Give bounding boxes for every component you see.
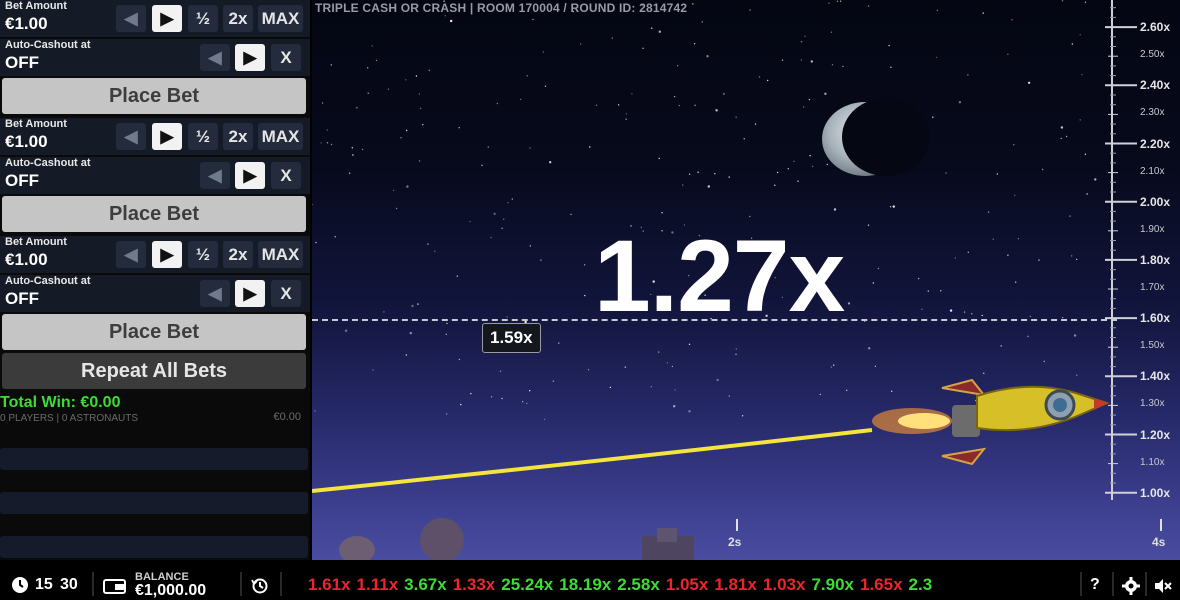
- auto-cashout-label: Auto-Cashout at: [5, 39, 91, 51]
- game-canvas: TRIPLE CASH OR CRASH | ROOM 170004 / ROU…: [312, 0, 1180, 560]
- bet-increase-button[interactable]: ▶: [152, 5, 182, 32]
- x-axis-label: 4s: [1152, 535, 1166, 549]
- history-multiplier: 2.3: [908, 575, 933, 594]
- auto-cashout-value[interactable]: OFF: [5, 53, 39, 73]
- auto-cashout-value[interactable]: OFF: [5, 289, 39, 309]
- clock-icon: [12, 577, 28, 593]
- bet-amount-row: Bet Amount €1.00 ◀ ▶ ½ 2x MAX: [0, 118, 310, 155]
- mute-icon[interactable]: [1153, 577, 1173, 595]
- history-multiplier: 7.90x: [811, 575, 854, 594]
- history-multiplier: 1.11x: [356, 575, 399, 594]
- bet-double-button[interactable]: 2x: [223, 5, 253, 32]
- auto-cashout-clear-button[interactable]: X: [271, 44, 301, 71]
- auto-cashout-value[interactable]: OFF: [5, 171, 39, 191]
- clock-hours: 15: [35, 576, 53, 593]
- history-multiplier: 1.33x: [452, 575, 496, 594]
- auto-cashout-increase-button[interactable]: ▶: [235, 162, 265, 189]
- bet-amount-row: Bet Amount €1.00 ◀ ▶ ½ 2x MAX: [0, 0, 310, 37]
- place-bet-button[interactable]: Place Bet: [2, 196, 306, 232]
- repeat-all-bets-button[interactable]: Repeat All Bets: [2, 353, 306, 389]
- bet-increase-button[interactable]: ▶: [152, 123, 182, 150]
- clock-minutes: 30: [60, 576, 78, 593]
- player-list-slot: [0, 448, 308, 470]
- multiplier-history: 1.61x 1.11x 3.67x 1.33x 25.24x 18.19x 2.58x 1.0…: [308, 575, 1051, 597]
- place-bet-button[interactable]: Place Bet: [2, 314, 306, 350]
- history-multiplier: 1.81x: [714, 575, 757, 594]
- divider: [1080, 572, 1082, 596]
- y-axis-ticks: [1105, 0, 1137, 500]
- wallet-icon: [103, 579, 126, 594]
- player-list-slot: [0, 492, 308, 514]
- x-axis-tick: [736, 519, 738, 531]
- auto-cashout-clear-button[interactable]: X: [271, 280, 301, 307]
- bet-decrease-button[interactable]: ◀: [116, 5, 146, 32]
- auto-cashout-row: Auto-Cashout at OFF ◀ ▶ X: [0, 275, 310, 312]
- auto-cashout-row: Auto-Cashout at OFF ◀ ▶ X: [0, 39, 310, 76]
- balance-value: €1,000.00: [135, 582, 207, 599]
- bet-amount-value[interactable]: €1.00: [5, 132, 48, 152]
- history-multiplier: 18.19x: [559, 575, 612, 594]
- auto-cashout-label: Auto-Cashout at: [5, 275, 91, 287]
- bet-panel: Bet Amount €1.00 ◀ ▶ ½ 2x MAX Auto-Casho…: [0, 0, 310, 560]
- auto-cashout-increase-button[interactable]: ▶: [235, 44, 265, 71]
- total-win: Total Win: €0.00: [0, 394, 121, 411]
- x-axis-tick: [1160, 519, 1162, 531]
- history-multiplier: 1.61x: [308, 575, 351, 594]
- divider: [92, 572, 94, 596]
- auto-cashout-decrease-button[interactable]: ◀: [200, 280, 230, 307]
- bet-amount-label: Bet Amount: [5, 118, 67, 130]
- bet-max-button[interactable]: MAX: [258, 241, 303, 268]
- auto-cashout-label: Auto-Cashout at: [5, 157, 91, 169]
- bet-half-button[interactable]: ½: [188, 123, 218, 150]
- bet-max-button[interactable]: MAX: [258, 123, 303, 150]
- place-bet-button[interactable]: Place Bet: [2, 78, 306, 114]
- bet-amount-label: Bet Amount: [5, 0, 67, 12]
- bet-amount-label: Bet Amount: [5, 236, 67, 248]
- bet-max-button[interactable]: MAX: [258, 5, 303, 32]
- history-multiplier: 1.03x: [762, 575, 806, 594]
- gear-icon[interactable]: [1122, 577, 1140, 595]
- history-icon[interactable]: [251, 577, 269, 595]
- history-multiplier: 1.05x: [665, 575, 709, 594]
- history-multiplier: 25.24x: [501, 575, 554, 594]
- history-multiplier: 1.65x: [859, 575, 903, 594]
- bet-half-button[interactable]: ½: [188, 241, 218, 268]
- bet-decrease-button[interactable]: ◀: [116, 123, 146, 150]
- total-amount: €0.00: [273, 411, 301, 423]
- auto-cashout-decrease-button[interactable]: ◀: [200, 44, 230, 71]
- history-multiplier: 3.67x: [404, 575, 447, 594]
- player-list-slot: [0, 536, 308, 558]
- bet-amount-value[interactable]: €1.00: [5, 250, 48, 270]
- bet-decrease-button[interactable]: ◀: [116, 241, 146, 268]
- auto-cashout-decrease-button[interactable]: ◀: [200, 162, 230, 189]
- auto-cashout-increase-button[interactable]: ▶: [235, 280, 265, 307]
- bet-amount-row: Bet Amount €1.00 ◀ ▶ ½ 2x MAX: [0, 236, 310, 273]
- divider: [240, 572, 242, 596]
- bet-half-button[interactable]: ½: [188, 5, 218, 32]
- bet-double-button[interactable]: 2x: [223, 241, 253, 268]
- divider: [1112, 572, 1114, 596]
- divider: [280, 572, 282, 596]
- divider: [1145, 572, 1147, 596]
- auto-cashout-clear-button[interactable]: X: [271, 162, 301, 189]
- history-multiplier: 2.58x: [617, 575, 660, 594]
- help-button[interactable]: ?: [1090, 576, 1100, 594]
- players-info: 0 PLAYERS | 0 ASTRONAUTS: [0, 413, 139, 424]
- x-axis-label: 2s: [728, 535, 742, 549]
- bet-increase-button[interactable]: ▶: [152, 241, 182, 268]
- bet-double-button[interactable]: 2x: [223, 123, 253, 150]
- bet-amount-value[interactable]: €1.00: [5, 14, 48, 34]
- auto-cashout-row: Auto-Cashout at OFF ◀ ▶ X: [0, 157, 310, 194]
